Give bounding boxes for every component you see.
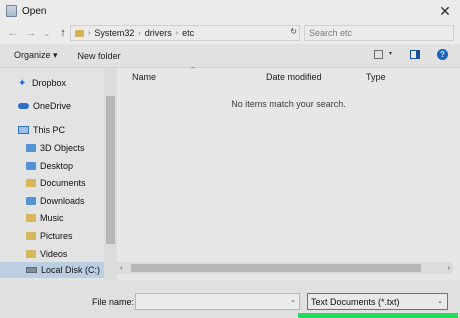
file-name-label: File name: [92, 297, 135, 307]
sidebar-scrollbar-thumb[interactable] [106, 96, 115, 244]
toolbar: Organize ▾ New folder ▾ ? [0, 44, 460, 68]
dropbox-icon: ✦ [18, 77, 27, 89]
address-bar[interactable]: › System32 › drivers › etc ↻ [70, 25, 300, 41]
videos-folder-icon [26, 250, 36, 258]
sidebar-item-music[interactable]: Music [26, 213, 64, 223]
file-type-value: Text Documents (*.txt) [311, 297, 400, 307]
window-title: Open [22, 5, 47, 17]
onedrive-icon [18, 103, 29, 109]
horizontal-scrollbar[interactable]: ‹ › [117, 262, 453, 274]
horizontal-scrollbar-thumb[interactable] [131, 264, 421, 272]
refresh-icon[interactable]: ↻ [290, 27, 297, 36]
app-icon [6, 5, 17, 17]
back-arrow-icon[interactable]: ← [6, 27, 20, 39]
sidebar-item-videos[interactable]: Videos [26, 249, 67, 259]
file-name-chevron-icon[interactable]: ⌄ [290, 296, 296, 304]
sort-chevron-icon: ⌃ [190, 67, 196, 74]
music-folder-icon [26, 214, 36, 222]
organize-button[interactable]: Organize ▾ [14, 50, 58, 61]
sidebar-item-label: Documents [40, 178, 86, 188]
new-folder-button[interactable]: New folder [78, 51, 121, 61]
up-arrow-icon[interactable]: ↑ [56, 27, 70, 39]
sidebar-item-3d-objects[interactable]: 3D Objects [26, 143, 85, 153]
open-file-dialog: Open ✕ ← → ⌄ ↑ › System32 › drivers › et… [0, 0, 460, 318]
file-type-select[interactable]: Text Documents (*.txt) ⌄ [307, 293, 448, 310]
breadcrumb-separator: › [88, 29, 91, 37]
breadcrumb-separator: › [138, 29, 141, 37]
sidebar-item-label: Dropbox [32, 78, 67, 88]
breadcrumb-etc[interactable]: etc [182, 28, 194, 38]
recent-locations-chevron-icon[interactable]: ⌄ [40, 29, 54, 38]
sidebar-item-label: Downloads [40, 196, 85, 206]
close-button[interactable]: ✕ [436, 2, 454, 20]
downloads-folder-icon [26, 197, 36, 205]
preview-pane-icon[interactable] [410, 50, 420, 59]
column-header-date-modified[interactable]: Date modified [266, 72, 322, 82]
sidebar-item-label: OneDrive [33, 101, 72, 111]
view-dropdown-chevron-icon[interactable]: ▾ [389, 50, 392, 57]
sidebar-item-label: Music [40, 213, 64, 223]
pictures-folder-icon [26, 232, 36, 240]
column-header-type[interactable]: Type [366, 72, 386, 82]
sidebar-item-this-pc[interactable]: This PC [18, 125, 65, 135]
file-type-chevron-icon: ⌄ [437, 298, 443, 305]
sidebar-item-dropbox[interactable]: ✦ Dropbox [18, 78, 66, 88]
search-input[interactable]: Search etc [304, 25, 454, 41]
file-list: ⌃ Name Date modified Type No items match… [117, 67, 460, 280]
title-bar: Open ✕ [0, 0, 460, 22]
desktop-folder-icon [26, 162, 36, 170]
column-header-name[interactable]: Name [132, 72, 156, 82]
view-options-icon[interactable] [374, 50, 383, 59]
sidebar-item-label: Local Disk (C:) [41, 265, 101, 275]
scroll-left-icon[interactable]: ‹ [120, 262, 123, 274]
breadcrumb-system32[interactable]: System32 [94, 28, 134, 38]
computer-icon [18, 126, 29, 134]
address-row: ← → ⌄ ↑ › System32 › drivers › etc ↻ Sea… [0, 22, 460, 44]
help-icon[interactable]: ? [437, 49, 448, 60]
file-name-input[interactable]: ⌄ [135, 293, 300, 310]
3d-objects-folder-icon [26, 144, 36, 152]
documents-folder-icon [26, 179, 36, 187]
forward-arrow-icon[interactable]: → [24, 27, 38, 39]
sidebar-item-label: 3D Objects [40, 143, 85, 153]
navigation-pane: ✦ Dropbox OneDrive This PC 3D Objects De… [0, 68, 117, 280]
folder-icon [75, 29, 84, 37]
empty-state-message: No items match your search. [231, 99, 346, 109]
sidebar-item-local-disk[interactable]: Local Disk (C:) [0, 262, 104, 278]
sidebar-item-documents[interactable]: Documents [26, 178, 86, 188]
sidebar-item-label: Desktop [40, 161, 74, 171]
sidebar-item-label: Videos [40, 249, 68, 259]
sidebar-item-label: Pictures [40, 231, 73, 241]
sidebar-item-downloads[interactable]: Downloads [26, 196, 85, 206]
sidebar-item-pictures[interactable]: Pictures [26, 231, 73, 241]
disk-icon [26, 267, 37, 273]
highlight-marker [298, 313, 458, 318]
sidebar-item-onedrive[interactable]: OneDrive [18, 101, 71, 111]
sidebar-item-label: This PC [33, 125, 66, 135]
scroll-right-icon[interactable]: › [447, 262, 450, 274]
sidebar-item-desktop[interactable]: Desktop [26, 161, 73, 171]
breadcrumb-separator: › [175, 29, 179, 37]
breadcrumb-drivers[interactable]: drivers [145, 28, 172, 38]
